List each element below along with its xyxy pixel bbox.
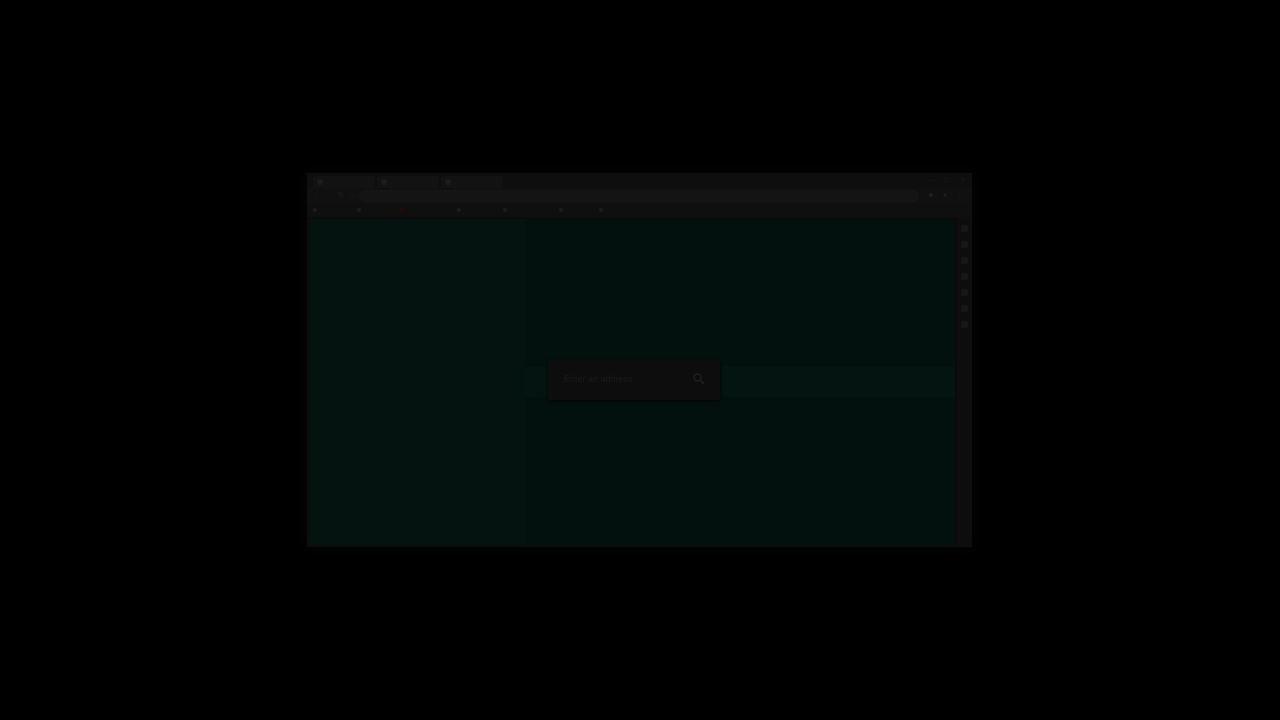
bookmark-item[interactable] <box>559 207 565 214</box>
arrow-left-icon[interactable]: ← <box>313 192 321 200</box>
maximize-icon[interactable]: □ <box>943 177 951 184</box>
side-panel-icon[interactable] <box>961 241 968 248</box>
address-bar[interactable] <box>359 190 919 202</box>
bookmark-icon <box>457 207 461 212</box>
minimize-icon[interactable]: – <box>927 177 935 184</box>
screen-stage: – □ × ← → ↻ ⌂ ◆ ● ⋮ Enter an address <box>0 0 1280 720</box>
bookmark-item[interactable] <box>457 207 463 214</box>
browser-toolbar: ← → ↻ ⌂ ◆ ● ⋮ <box>307 188 972 204</box>
bookmark-icon <box>599 207 603 212</box>
side-panel-icon[interactable] <box>961 225 968 232</box>
magnifier-icon[interactable] <box>692 372 706 386</box>
bookmark-icon <box>559 207 563 212</box>
bookmark-item[interactable] <box>599 207 605 214</box>
side-panel-icon[interactable] <box>961 305 968 312</box>
side-panel-icon[interactable] <box>961 257 968 264</box>
bookmark-icon <box>313 207 317 212</box>
home-icon[interactable]: ⌂ <box>348 192 356 200</box>
browser-title-bar: – □ × <box>307 173 972 188</box>
bookmark-icon <box>503 207 507 212</box>
browser-window: – □ × ← → ↻ ⌂ ◆ ● ⋮ Enter an address <box>307 173 972 547</box>
browser-tab[interactable] <box>377 176 439 188</box>
browser-tab[interactable] <box>313 176 375 188</box>
side-panel-icon[interactable] <box>961 273 968 280</box>
bookmark-item[interactable] <box>313 207 319 214</box>
reload-icon[interactable]: ↻ <box>337 192 345 200</box>
bookmark-icon <box>357 207 361 212</box>
tab-favicon-icon <box>381 179 387 185</box>
arrow-right-icon[interactable]: → <box>325 192 333 200</box>
browser-tab[interactable] <box>441 176 503 188</box>
profile-icon[interactable]: ● <box>941 192 949 200</box>
left-panel <box>310 219 525 545</box>
bookmark-item[interactable] <box>503 207 509 214</box>
browser-side-panel <box>957 217 972 547</box>
close-icon[interactable]: × <box>959 177 967 184</box>
search-placeholder: Enter an address <box>564 374 633 384</box>
page-viewport: Enter an address <box>310 219 955 545</box>
bookmarks-bar <box>307 204 972 217</box>
tab-favicon-icon <box>445 179 451 185</box>
bookmark-item[interactable] <box>357 207 363 214</box>
search-input[interactable]: Enter an address <box>548 360 720 400</box>
extensions-icon[interactable]: ◆ <box>927 192 935 200</box>
side-panel-icon[interactable] <box>961 289 968 296</box>
menu-icon[interactable]: ⋮ <box>955 192 963 200</box>
side-panel-icon[interactable] <box>961 321 968 328</box>
bookmark-icon <box>399 207 403 212</box>
bookmark-item[interactable] <box>399 207 405 214</box>
tab-favicon-icon <box>317 179 323 185</box>
